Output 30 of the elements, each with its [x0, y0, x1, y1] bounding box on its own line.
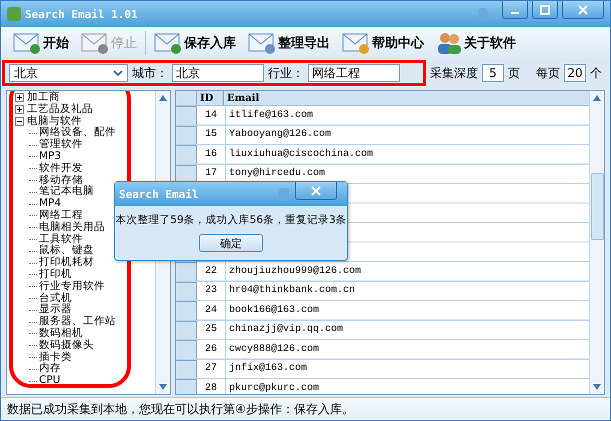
- table-cell-text: Yabooyang@126.com: [228, 128, 332, 142]
- table-cell: 16: [197, 145, 226, 164]
- table-cell: 23: [197, 282, 226, 300]
- dialog-title: Search Email: [119, 188, 198, 200]
- table-cell-text: itlife@163.com: [228, 108, 314, 123]
- per-page-label: 每页: [536, 64, 560, 82]
- table-cell-text: cwcy888@126.com: [228, 342, 320, 357]
- window-title: Search Email 1.01: [25, 8, 138, 20]
- table-cell: 24: [197, 301, 226, 320]
- table-cell-text: book166@163.com: [228, 304, 320, 318]
- table-cell: 22: [197, 262, 226, 280]
- dialog-message: 本次整理了59条，成功入库56条，重复记录3条: [114, 213, 348, 227]
- industry-label: 行业：: [268, 64, 304, 82]
- table-cell-text: zhoujiuzhou999@126.com: [228, 264, 362, 279]
- table-cell: 25: [197, 320, 226, 339]
- table-cell-text: liuxiuhua@ciscochina.com: [228, 148, 374, 162]
- table-cell-text: jnfix@163.com: [228, 362, 308, 376]
- table-cell: 14: [197, 106, 226, 124]
- table-cell-text: tony@hircedu.com: [228, 166, 326, 182]
- table-cell-text: chinazjj@vip.qq.com: [228, 322, 344, 338]
- depth-label: 采集深度: [430, 64, 478, 82]
- depth-unit: 页: [508, 64, 520, 82]
- table-cell-text: pkurc@pkurc.com: [228, 382, 320, 394]
- per-page-unit: 个: [590, 64, 602, 82]
- table-cell-text: hr04@thinkbank.com.cn: [228, 284, 356, 298]
- table-cell: 27: [197, 360, 226, 378]
- table-cell: 15: [197, 126, 226, 144]
- table-cell: 26: [197, 340, 226, 358]
- city-label: 城市：: [132, 64, 168, 82]
- status-bar: 数据已成功采集到本地，您现在可以执行第④步操作：保存入库。: [1, 397, 610, 420]
